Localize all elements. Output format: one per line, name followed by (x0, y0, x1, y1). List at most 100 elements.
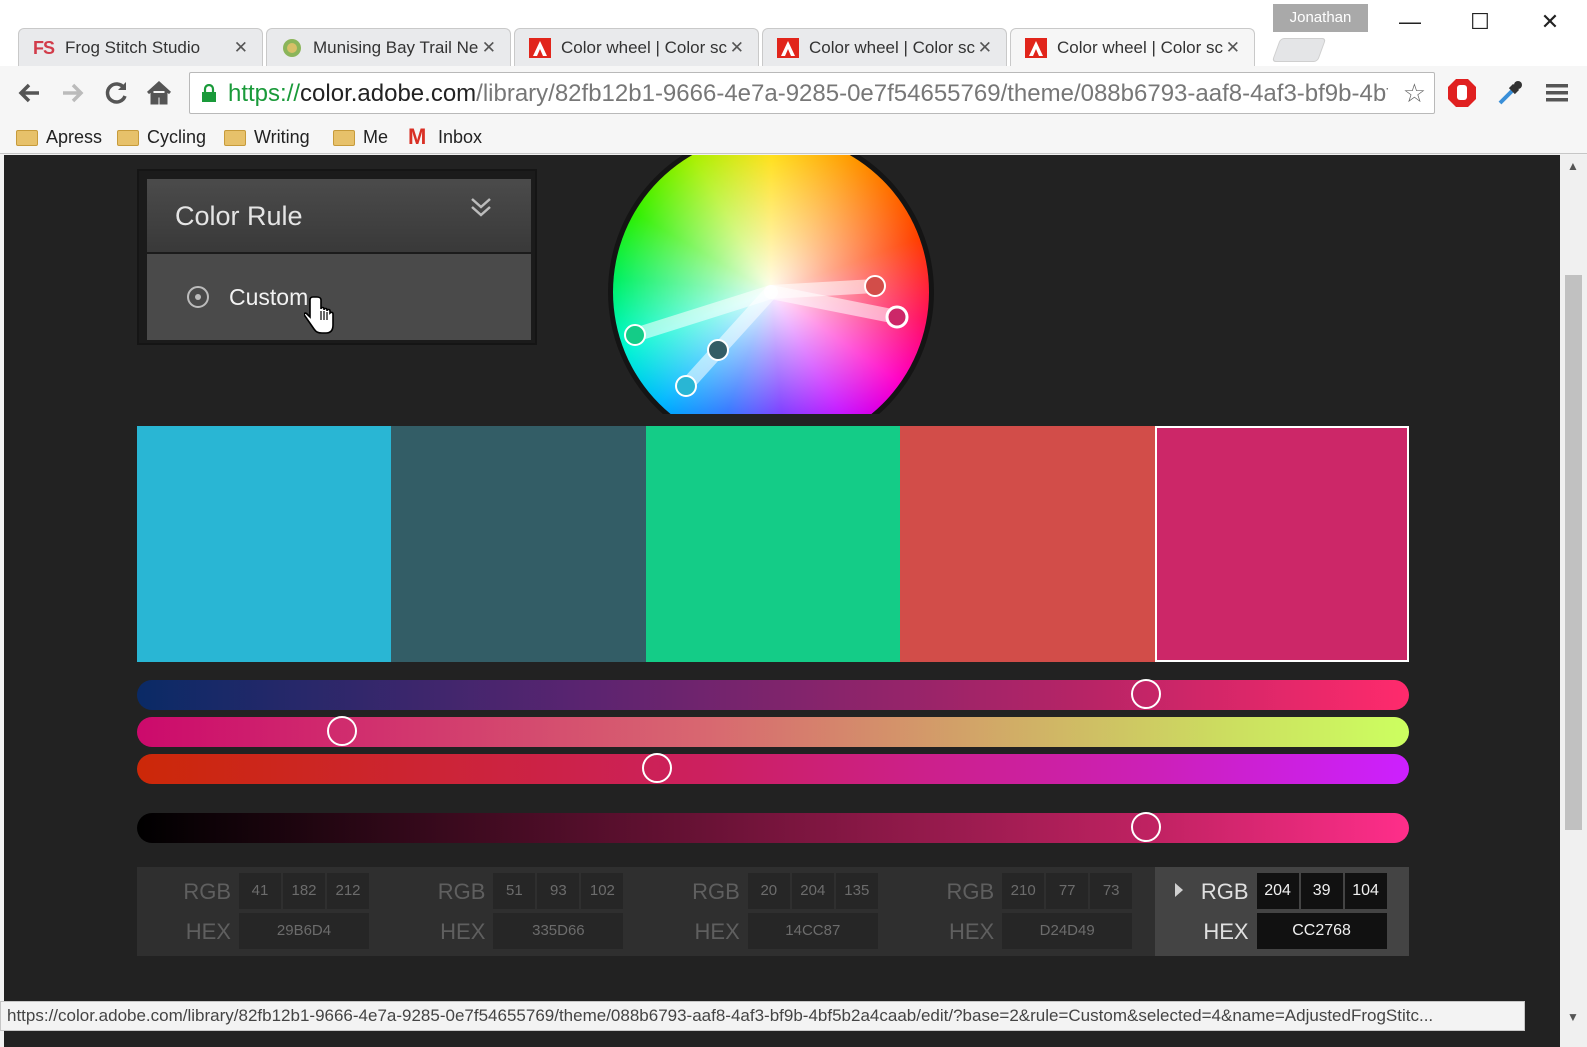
color-editor: Color Rule Custom RGB HEX 41 182 212 29B… (4, 155, 1560, 1047)
color-rule-option-label: Custom (229, 284, 309, 310)
profile-button[interactable]: Jonathan (1273, 4, 1368, 32)
home-icon[interactable] (142, 76, 176, 110)
color-values: RGB HEX 41 182 212 29B6D4 RGB HEX 51 93 102 335D66 R… (137, 867, 1409, 956)
close-icon[interactable]: ✕ (978, 38, 992, 58)
slider-knob[interactable] (1130, 812, 1161, 842)
site-globe-icon (283, 39, 301, 57)
hex-value[interactable]: 14CC87 (747, 913, 878, 949)
color-values-1: RGB HEX 51 93 102 335D66 (391, 867, 645, 956)
color-rule-option-custom[interactable]: Custom (147, 254, 531, 340)
g-value[interactable]: 204 (791, 873, 834, 909)
wheel-handle-2[interactable] (624, 324, 646, 346)
scroll-down-icon[interactable]: ▼ (1567, 1010, 1579, 1024)
hex-value[interactable]: 29B6D4 (239, 913, 369, 949)
wheel-handle-3[interactable] (864, 275, 886, 297)
tab-title: Frog Stitch Studio (65, 38, 201, 57)
swatch-3[interactable] (900, 426, 1155, 662)
star-icon[interactable]: ☆ (1403, 78, 1426, 109)
hand-cursor-icon (304, 296, 334, 334)
color-values-3: RGB HEX 210 77 73 D24D49 (900, 867, 1154, 956)
folder-icon (333, 130, 355, 146)
rgb-label: RGB (1200, 879, 1249, 904)
red-slider[interactable] (137, 679, 1409, 710)
color-wheel[interactable] (604, 155, 938, 455)
reload-icon[interactable] (99, 76, 133, 110)
hex-label: HEX (440, 919, 486, 944)
color-rule-title: Color Rule (175, 201, 303, 231)
color-rule-header[interactable]: Color Rule (147, 179, 531, 252)
hex-value[interactable]: 335D66 (493, 913, 624, 949)
minimize-icon[interactable]: — (1380, 6, 1440, 38)
close-icon[interactable]: ✕ (730, 38, 744, 58)
slider-knob[interactable] (326, 716, 357, 746)
new-tab-button[interactable] (1271, 38, 1327, 62)
eyedropper-icon[interactable] (1493, 76, 1527, 110)
adblock-icon[interactable] (1445, 76, 1479, 110)
swatch-1[interactable] (391, 426, 646, 662)
tab-title: Color wheel | Color sc (1057, 38, 1223, 57)
r-value[interactable]: 204 (1256, 873, 1299, 909)
green-slider[interactable] (137, 716, 1409, 747)
r-value[interactable]: 41 (239, 873, 281, 909)
r-value[interactable]: 210 (1002, 873, 1045, 909)
rgb-label: RGB (183, 879, 231, 904)
scrollbar[interactable]: ▲ ▼ (1560, 155, 1587, 1047)
tab-color-wheel-active[interactable]: Color wheel | Color sc ✕ (1010, 28, 1255, 67)
color-rule-panel: Color Rule Custom (137, 169, 537, 345)
gmail-icon: M (408, 124, 427, 149)
scroll-up-icon[interactable]: ▲ (1567, 159, 1579, 173)
radio-icon[interactable] (187, 286, 209, 308)
b-value[interactable]: 73 (1090, 873, 1133, 909)
bookmark-writing[interactable]: Writing (224, 123, 310, 151)
address-bar[interactable]: https://color.adobe.com/library/82fb12b1… (189, 72, 1435, 114)
b-value[interactable]: 135 (835, 873, 878, 909)
slider-knob[interactable] (1130, 679, 1161, 709)
forward-icon[interactable] (55, 76, 89, 110)
bookmark-inbox[interactable]: M Inbox (408, 123, 482, 151)
wheel-handle-4[interactable] (885, 305, 909, 329)
close-icon[interactable]: ✕ (234, 38, 248, 58)
g-value[interactable]: 39 (1300, 873, 1343, 909)
wheel-handle-1[interactable] (707, 339, 729, 361)
status-bar: https://color.adobe.com/library/82fb12b1… (0, 1001, 1525, 1031)
hex-value[interactable]: CC2768 (1256, 913, 1387, 949)
slider-knob[interactable] (642, 753, 673, 783)
scrollbar-thumb[interactable] (1565, 275, 1582, 830)
color-wheel-graphic[interactable] (604, 155, 938, 455)
browser-toolbar: https://color.adobe.com/library/82fb12b1… (0, 66, 1587, 120)
hex-value[interactable]: D24D49 (1002, 913, 1133, 949)
bookmark-me[interactable]: Me (333, 123, 388, 151)
close-window-icon[interactable]: ✕ (1520, 6, 1580, 38)
back-icon[interactable] (13, 76, 47, 110)
menu-icon[interactable] (1540, 76, 1574, 110)
bookmark-apress[interactable]: Apress (16, 123, 102, 151)
blue-slider[interactable] (137, 753, 1409, 784)
brightness-slider[interactable] (137, 812, 1409, 843)
swatch-0[interactable] (137, 426, 391, 662)
close-icon[interactable]: ✕ (482, 38, 496, 58)
tab-color-wheel-2[interactable]: Color wheel | Color sc ✕ (762, 28, 1007, 66)
wheel-handle-0[interactable] (675, 375, 697, 397)
bookmark-cycling[interactable]: Cycling (117, 123, 206, 151)
b-value[interactable]: 104 (1344, 873, 1387, 909)
r-value[interactable]: 51 (493, 873, 536, 909)
b-value[interactable]: 102 (581, 873, 624, 909)
close-icon[interactable]: ✕ (1226, 38, 1240, 58)
b-value[interactable]: 212 (327, 873, 369, 909)
maximize-icon[interactable]: ☐ (1450, 6, 1510, 38)
color-values-2: RGB HEX 20 204 135 14CC87 (646, 867, 900, 956)
g-value[interactable]: 77 (1046, 873, 1089, 909)
tab-color-wheel-1[interactable]: Color wheel | Color sc ✕ (514, 28, 759, 66)
swatch-2[interactable] (646, 426, 1312, 662)
adobe-icon (1025, 38, 1047, 58)
r-value[interactable]: 20 (747, 873, 790, 909)
tab-frog-stitch[interactable]: FS Frog Stitch Studio ✕ (18, 28, 263, 66)
g-value[interactable]: 93 (537, 873, 580, 909)
folder-icon (224, 130, 246, 146)
chevron-down-icon[interactable] (469, 195, 493, 226)
tab-munising[interactable]: Munising Bay Trail Ne ✕ (266, 28, 511, 66)
url-text: https://color.adobe.com/library/82fb12b1… (228, 80, 1388, 107)
rgb-label: RGB (692, 879, 740, 904)
g-value[interactable]: 182 (283, 873, 325, 909)
swatch-4-selected[interactable] (1155, 426, 1409, 662)
